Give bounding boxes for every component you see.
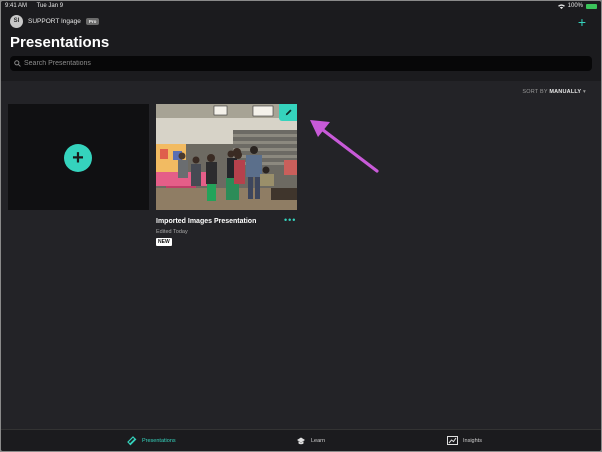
more-options-button[interactable]: ••• — [284, 216, 296, 225]
status-right: 100% — [557, 3, 597, 10]
page-title: Presentations — [10, 34, 110, 51]
tab-learn[interactable]: Learn — [296, 436, 325, 446]
presentation-title[interactable]: Imported Images Presentation — [156, 218, 256, 225]
tab-insights[interactable]: Insights — [447, 436, 482, 445]
header: 9:41 AM Tue Jan 9 100% + SI SUPPORT Inga… — [1, 1, 601, 81]
sort-control[interactable]: SORT BY MANUALLY ▾ — [522, 89, 586, 95]
search-bar[interactable] — [10, 56, 592, 71]
new-badge: NEW — [156, 238, 172, 246]
tab-label: Insights — [463, 437, 482, 444]
status-date: Tue Jan 9 — [36, 3, 64, 9]
tab-bar: Presentations Learn Insights — [1, 429, 601, 451]
chevron-down-icon: ▾ — [583, 89, 586, 95]
annotation-arrow-icon — [310, 120, 379, 173]
presentation-thumbnail — [156, 104, 297, 210]
graduation-cap-icon — [297, 437, 305, 445]
wifi-icon — [557, 4, 565, 9]
presentations-logo-icon — [127, 436, 137, 446]
avatar: SI — [10, 14, 23, 28]
add-icon: + — [64, 144, 92, 172]
battery-percent: 100% — [567, 3, 583, 9]
search-icon — [14, 60, 21, 67]
tab-presentations[interactable]: Presentations — [127, 436, 176, 446]
app-screen: 9:41 AM Tue Jan 9 100% + SI SUPPORT Inga… — [1, 1, 601, 451]
tab-label: Presentations — [142, 438, 176, 444]
pencil-icon — [285, 109, 292, 116]
status-time: 9:41 AM — [5, 3, 28, 9]
chart-line-icon — [447, 436, 458, 445]
search-input[interactable] — [24, 60, 564, 67]
status-bar: 9:41 AM Tue Jan 9 100% — [5, 3, 597, 13]
status-left: 9:41 AM Tue Jan 9 — [5, 3, 71, 10]
sort-label: SORT BY — [522, 89, 548, 95]
presentation-card[interactable] — [156, 104, 297, 210]
account-name: SUPPORT Ingage — [28, 17, 81, 25]
account-switcher[interactable]: SI SUPPORT Ingage Pro — [10, 14, 100, 28]
add-presentation-button[interactable]: + — [578, 15, 586, 29]
plan-badge: Pro — [85, 17, 100, 25]
sort-value: MANUALLY — [549, 89, 582, 95]
edit-presentation-button[interactable] — [279, 104, 297, 121]
tab-label: Learn — [311, 438, 326, 444]
battery-icon — [586, 4, 597, 9]
presentation-edited-date: Edited Today — [156, 229, 188, 235]
new-presentation-tile[interactable]: + — [8, 104, 149, 210]
